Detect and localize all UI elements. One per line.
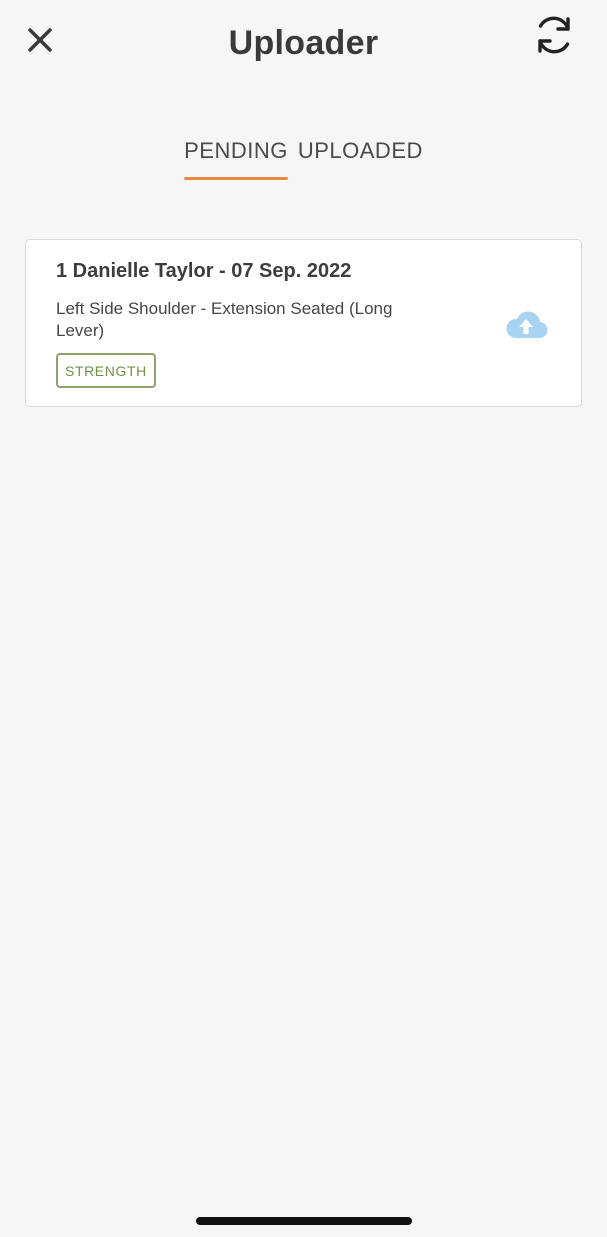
upload-item-title: 1 Danielle Taylor - 07 Sep. 2022 bbox=[56, 260, 352, 282]
cloud-upload-icon[interactable] bbox=[504, 310, 548, 340]
uploader-screen: Uploader PENDING UPLOADED 1 Danielle Tay… bbox=[0, 0, 607, 1237]
tab-pending[interactable]: PENDING bbox=[184, 138, 288, 180]
refresh-button[interactable] bbox=[529, 10, 579, 60]
tab-bar: PENDING UPLOADED bbox=[0, 138, 607, 180]
page-title: Uploader bbox=[228, 24, 379, 62]
upload-item-description: Left Side Shoulder - Extension Seated (L… bbox=[56, 299, 393, 340]
refresh-icon bbox=[538, 16, 570, 54]
tab-uploaded[interactable]: UPLOADED bbox=[298, 138, 423, 176]
header: Uploader bbox=[0, 0, 607, 90]
upload-item-card[interactable]: 1 Danielle Taylor - 07 Sep. 2022 Left Si… bbox=[25, 239, 582, 407]
category-tag: STRENGTH bbox=[56, 353, 156, 388]
home-indicator bbox=[196, 1217, 412, 1225]
